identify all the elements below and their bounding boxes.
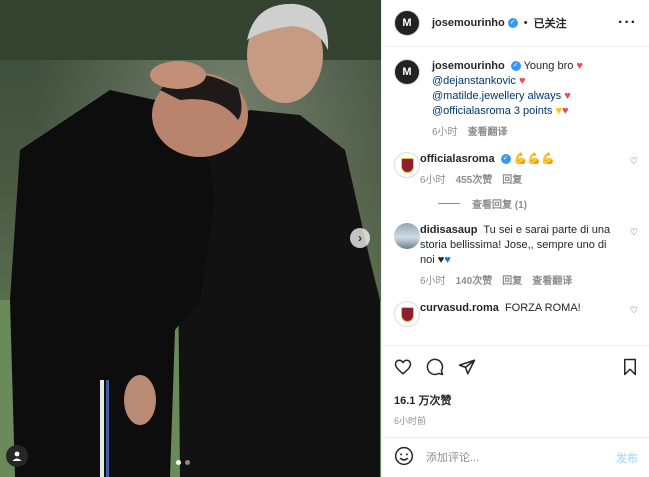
- caption-line: Young bro: [523, 60, 574, 72]
- commenter-avatar[interactable]: [394, 152, 420, 178]
- comment-likes[interactable]: 140次赞: [456, 274, 493, 289]
- roma-crest-icon: [400, 157, 414, 173]
- reply-button[interactable]: 回复: [502, 173, 522, 188]
- carousel-indicator: [176, 460, 190, 465]
- comment-icon[interactable]: [426, 358, 444, 379]
- author-username[interactable]: josemourinho: [432, 17, 505, 29]
- view-replies-label: 查看回复 (1): [472, 200, 527, 211]
- verified-badge-icon: ✓: [500, 154, 511, 165]
- caption-time: 6小时: [432, 127, 458, 138]
- red-heart-icon: ♥: [562, 105, 569, 117]
- roma-crest-icon: [400, 306, 414, 322]
- add-comment-bar: 发布: [382, 437, 649, 477]
- commenter-avatar[interactable]: [394, 301, 420, 327]
- more-options-icon[interactable]: ···: [618, 14, 637, 32]
- user-tag-icon[interactable]: [6, 445, 28, 467]
- post-sidebar: M josemourinho ✓ • 已关注 ··· M josemourinh…: [381, 0, 649, 477]
- heart-icon[interactable]: ♡: [630, 227, 638, 289]
- carousel-dot: [185, 460, 190, 465]
- replies-divider: [438, 203, 460, 204]
- commenter-username[interactable]: officialasroma: [420, 153, 495, 165]
- mention-link[interactable]: @officialasroma 3 points: [432, 105, 552, 117]
- comments-list: M josemourinho ✓ Young bro ♥ @dejanstanko…: [382, 47, 649, 345]
- caption: M josemourinho ✓ Young bro ♥ @dejanstanko…: [394, 59, 638, 140]
- action-bar: [394, 358, 638, 378]
- post-image[interactable]: ›: [0, 0, 381, 477]
- emoji-icon[interactable]: [394, 446, 414, 469]
- comment-input[interactable]: [426, 451, 616, 464]
- red-heart-icon: ♥: [564, 90, 571, 102]
- author-avatar[interactable]: M: [394, 10, 420, 36]
- comment-text: FORZA ROMA!: [504, 302, 581, 314]
- comment-item: curvasud.roma FORZA ROMA! ♡: [394, 301, 638, 327]
- heart-icon[interactable]: [394, 358, 412, 379]
- red-heart-icon: ♥: [576, 60, 583, 72]
- heart-icon[interactable]: ♡: [630, 156, 638, 188]
- comment-likes[interactable]: 455次赞: [456, 173, 493, 188]
- comment-item: didisasaup Tu sei e sarai parte di una s…: [394, 223, 638, 289]
- post-photo: [0, 0, 381, 477]
- reply-button[interactable]: 回复: [502, 274, 522, 289]
- post-header: M josemourinho ✓ • 已关注 ···: [382, 0, 649, 47]
- author-avatar[interactable]: M: [394, 59, 420, 85]
- see-translation-link[interactable]: 查看翻译: [468, 125, 508, 140]
- carousel-next-icon[interactable]: ›: [350, 228, 370, 248]
- caption-author[interactable]: josemourinho: [432, 60, 505, 72]
- verified-badge-icon: ✓: [507, 18, 518, 28]
- mention-link[interactable]: @matilde.jewellery always: [432, 90, 561, 102]
- share-icon[interactable]: [458, 358, 476, 379]
- verified-badge-icon: ✓: [510, 61, 521, 72]
- carousel-dot: [176, 460, 181, 465]
- comment-time: 6小时: [420, 276, 446, 287]
- comment-item: officialasroma ✓ 💪💪💪 6小时 455次赞 回复 ♡: [394, 152, 638, 188]
- view-replies-button[interactable]: 查看回复 (1): [438, 196, 638, 211]
- blue-heart-icon: ♥: [444, 254, 451, 266]
- see-translation-link[interactable]: 查看翻译: [532, 274, 572, 289]
- follow-status-button[interactable]: 已关注: [534, 15, 567, 31]
- bookmark-icon[interactable]: [622, 358, 638, 379]
- separator-dot: •: [523, 17, 528, 29]
- post-actions: 16.1 万次赞 6小时前: [382, 345, 649, 427]
- post-time: 6小时前: [394, 416, 427, 426]
- commenter-avatar[interactable]: [394, 223, 420, 249]
- heart-icon[interactable]: ♡: [630, 305, 638, 327]
- comment-text: 💪💪💪: [513, 153, 555, 165]
- commenter-username[interactable]: curvasud.roma: [420, 302, 499, 314]
- comment-time: 6小时: [420, 175, 446, 186]
- red-heart-icon: ♥: [519, 75, 526, 87]
- likes-count[interactable]: 16.1 万次赞: [394, 392, 638, 408]
- mention-link[interactable]: @dejanstankovic: [432, 75, 516, 87]
- post-comment-button[interactable]: 发布: [616, 450, 638, 466]
- commenter-username[interactable]: didisasaup: [420, 224, 477, 236]
